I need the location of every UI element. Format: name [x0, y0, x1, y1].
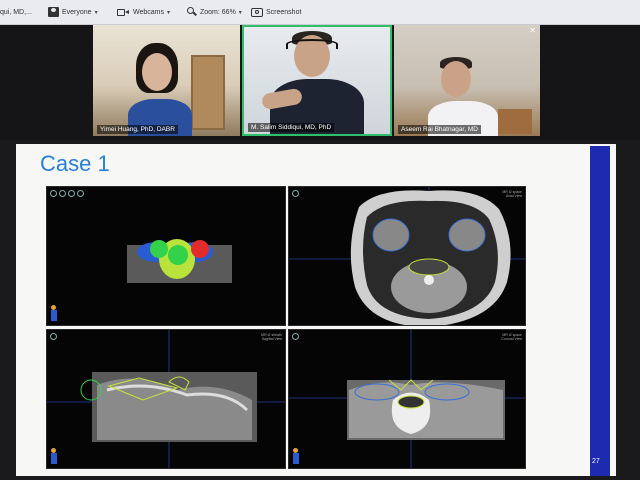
webcams-button[interactable]: Webcams ▾	[117, 6, 170, 18]
coronal-mri-image	[289, 330, 525, 468]
participant-name: Yimei Huang, PhD, DABR	[97, 125, 178, 134]
video-strip: Yimei Huang, PhD, DABR M. Salim Siddiqui…	[0, 25, 640, 140]
viewer-axial[interactable]: MR t2 space Axial View	[288, 186, 526, 326]
axial-mri-image	[289, 187, 525, 325]
webcams-label: Webcams	[133, 8, 164, 16]
participant-video	[428, 55, 508, 136]
slide-accent-bar	[590, 146, 610, 476]
screenshot-label: Screenshot	[266, 8, 302, 16]
zoom-icon	[187, 7, 197, 17]
viewer-sagittal[interactable]: MR t2 sheath Sagittal View +	[46, 329, 286, 469]
chevron-down-icon: ▾	[238, 9, 242, 16]
participant-list-text: qui, MD,...	[0, 8, 32, 16]
chevron-down-icon: ▾	[167, 9, 171, 16]
participant-name: Aseem Rai Bhatnagar, MD	[398, 125, 481, 134]
participant-video	[260, 31, 372, 134]
screenshot-button[interactable]: Screenshot	[251, 6, 301, 18]
participant-name: M. Salim Siddiqui, MD, PhD	[248, 123, 335, 132]
meeting-toolbar: qui, MD,... Everyone ▾ Webcams ▾ Zoom: 6…	[0, 0, 640, 25]
zoom-dropdown[interactable]: Zoom: 66% ▾	[187, 6, 242, 18]
everyone-dropdown[interactable]: Everyone ▾	[48, 6, 98, 18]
participant-list-label: qui, MD,...	[0, 6, 32, 18]
chevron-down-icon: ▾	[94, 9, 98, 16]
close-icon[interactable]: ✕	[529, 26, 536, 35]
screenshot-camera-icon	[251, 7, 263, 17]
3d-render	[127, 239, 232, 283]
add-icon[interactable]: +	[46, 455, 47, 466]
slide-title: Case 1	[40, 151, 110, 176]
slide-page-number: 27	[592, 458, 600, 465]
people-icon	[48, 7, 59, 17]
video-tile[interactable]: Yimei Huang, PhD, DABR	[93, 25, 240, 136]
viewer-3d[interactable]	[46, 186, 286, 326]
orientation-figure-icon	[51, 305, 57, 321]
camera-icon	[117, 8, 130, 17]
orientation-figure-icon	[51, 448, 57, 464]
viewer-coronal[interactable]: MR t2 space Coronal View	[288, 329, 526, 469]
video-tile-active-speaker[interactable]: M. Salim Siddiqui, MD, PhD	[242, 25, 392, 136]
video-tile[interactable]: ✕ Aseem Rai Bhatnagar, MD	[394, 25, 540, 136]
participant-video	[128, 43, 198, 136]
everyone-label: Everyone	[62, 8, 92, 16]
sagittal-mri-image	[47, 330, 285, 468]
zoom-label: Zoom: 66%	[200, 8, 236, 16]
orientation-figure-icon	[293, 448, 299, 464]
